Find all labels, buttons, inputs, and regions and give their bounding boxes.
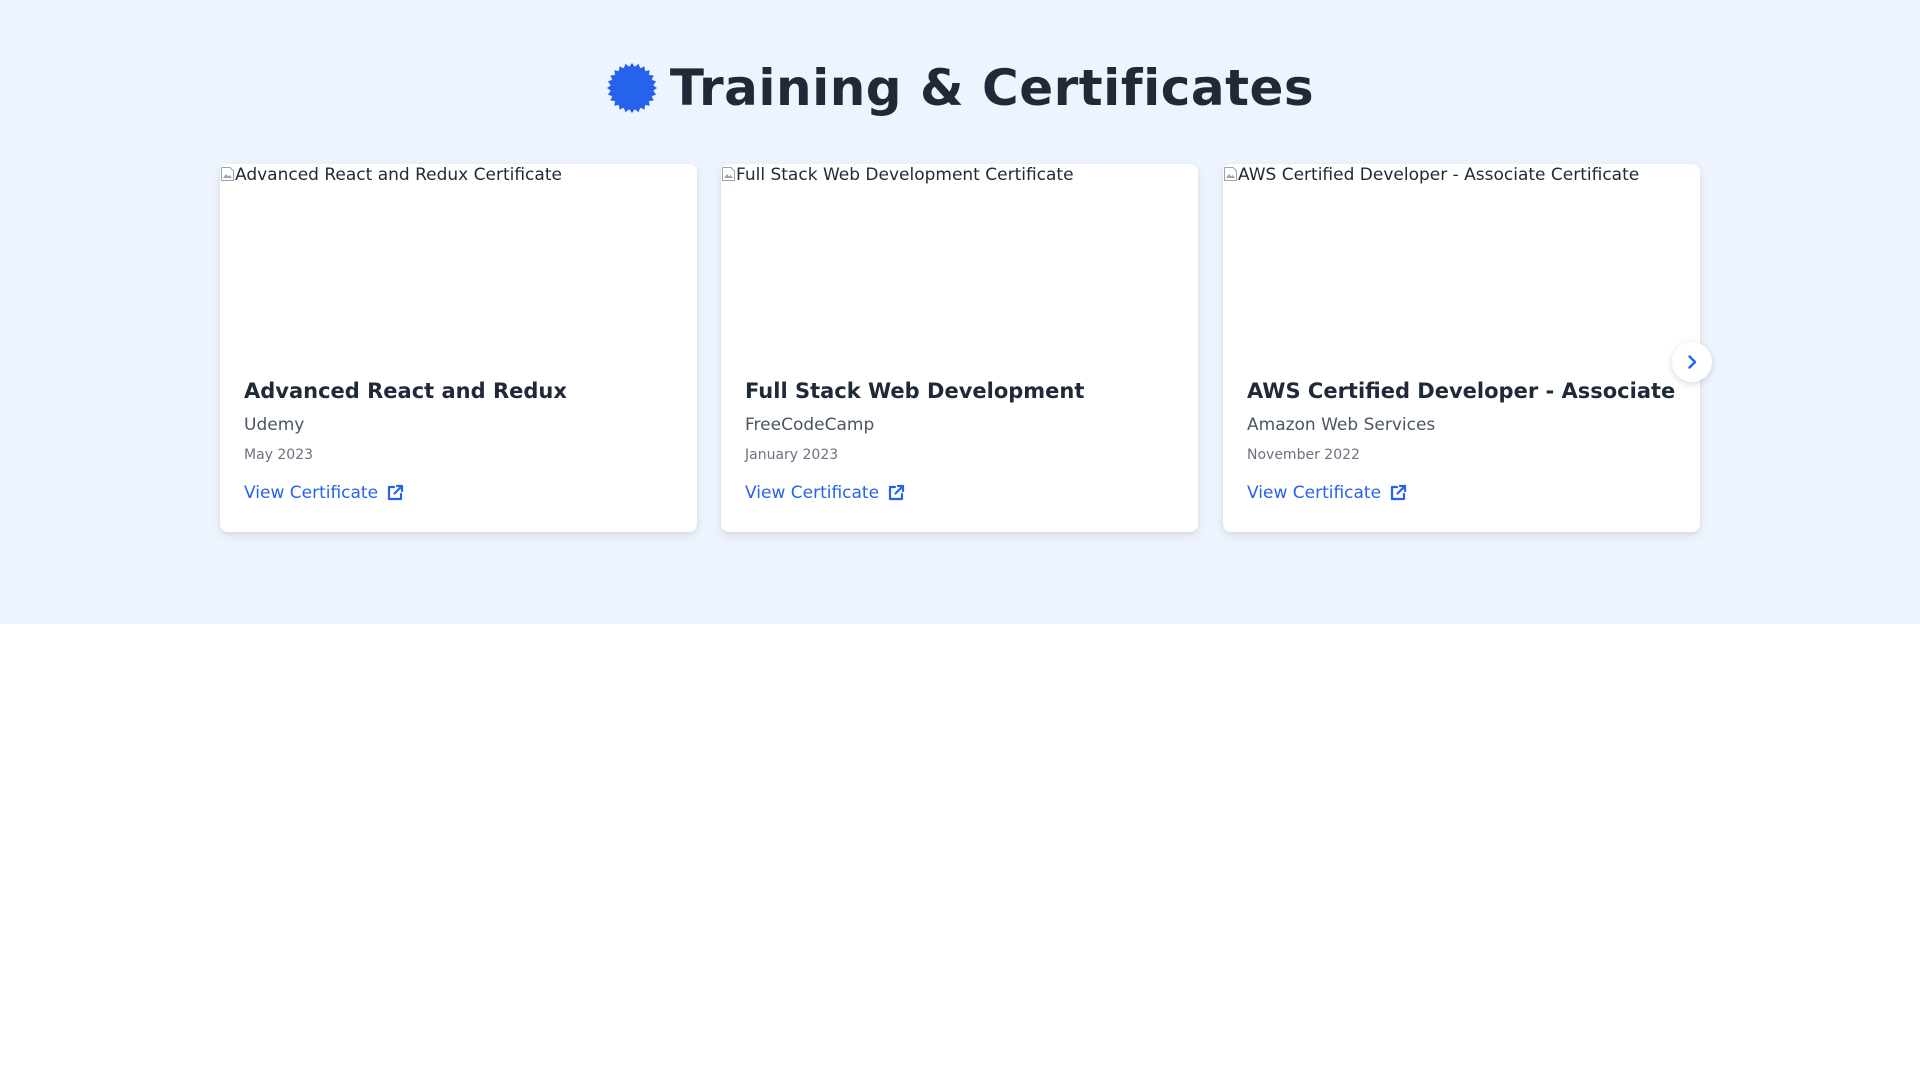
- section-heading: Training & Certificates: [0, 55, 1920, 121]
- certificate-card: AWS Certified Developer - Associate Cert…: [1223, 164, 1700, 532]
- certificate-issuer: Amazon Web Services: [1247, 415, 1436, 435]
- view-certificate-link[interactable]: View Certificate: [1247, 482, 1407, 504]
- certificate-issuer: FreeCodeCamp: [745, 415, 875, 435]
- external-link-icon: [387, 484, 404, 501]
- certificate-card: Full Stack Web Development Certificate F…: [721, 164, 1198, 532]
- chevron-right-icon: [1688, 355, 1697, 369]
- certificate-date: January 2023: [745, 447, 839, 463]
- certificate-image-alt: Advanced React and Redux Certificate: [235, 165, 562, 185]
- view-certificate-label: View Certificate: [1247, 483, 1382, 503]
- certificate-date: November 2022: [1247, 447, 1360, 463]
- view-certificate-label: View Certificate: [244, 483, 379, 503]
- broken-image-icon: [1224, 167, 1237, 181]
- broken-image-icon: [221, 167, 234, 181]
- certificate-card: Advanced React and Redux Certificate Adv…: [220, 164, 697, 532]
- certificate-image: AWS Certified Developer - Associate Cert…: [1223, 164, 1700, 356]
- certificate-image-alt: Full Stack Web Development Certificate: [736, 165, 1074, 185]
- certificate-title: AWS Certified Developer - Associate: [1247, 379, 1676, 403]
- certificate-title: Full Stack Web Development: [745, 379, 1085, 403]
- view-certificate-label: View Certificate: [745, 483, 880, 503]
- certificate-title: Advanced React and Redux: [244, 379, 567, 403]
- certificate-image: Full Stack Web Development Certificate: [721, 164, 1198, 356]
- certificate-date: May 2023: [244, 447, 314, 463]
- certificate-badge-icon: [606, 63, 657, 113]
- external-link-icon: [888, 484, 905, 501]
- external-link-icon: [1390, 484, 1407, 501]
- section-title: Training & Certificates: [669, 59, 1315, 117]
- certificate-body: Advanced React and Redux Udemy May 2023 …: [244, 378, 677, 504]
- certificate-image-alt: AWS Certified Developer - Associate Cert…: [1238, 165, 1640, 185]
- certificate-issuer: Udemy: [244, 415, 305, 435]
- certificate-body: Full Stack Web Development FreeCodeCamp …: [745, 378, 1178, 504]
- broken-image-icon: [722, 167, 735, 181]
- carousel-next-button[interactable]: [1672, 342, 1712, 382]
- view-certificate-link[interactable]: View Certificate: [244, 482, 404, 504]
- certificate-body: AWS Certified Developer - Associate Amaz…: [1247, 378, 1680, 504]
- certificates-section: Training & Certificates Advanced React a…: [0, 0, 1920, 624]
- view-certificate-link[interactable]: View Certificate: [745, 482, 905, 504]
- certificate-image: Advanced React and Redux Certificate: [220, 164, 697, 356]
